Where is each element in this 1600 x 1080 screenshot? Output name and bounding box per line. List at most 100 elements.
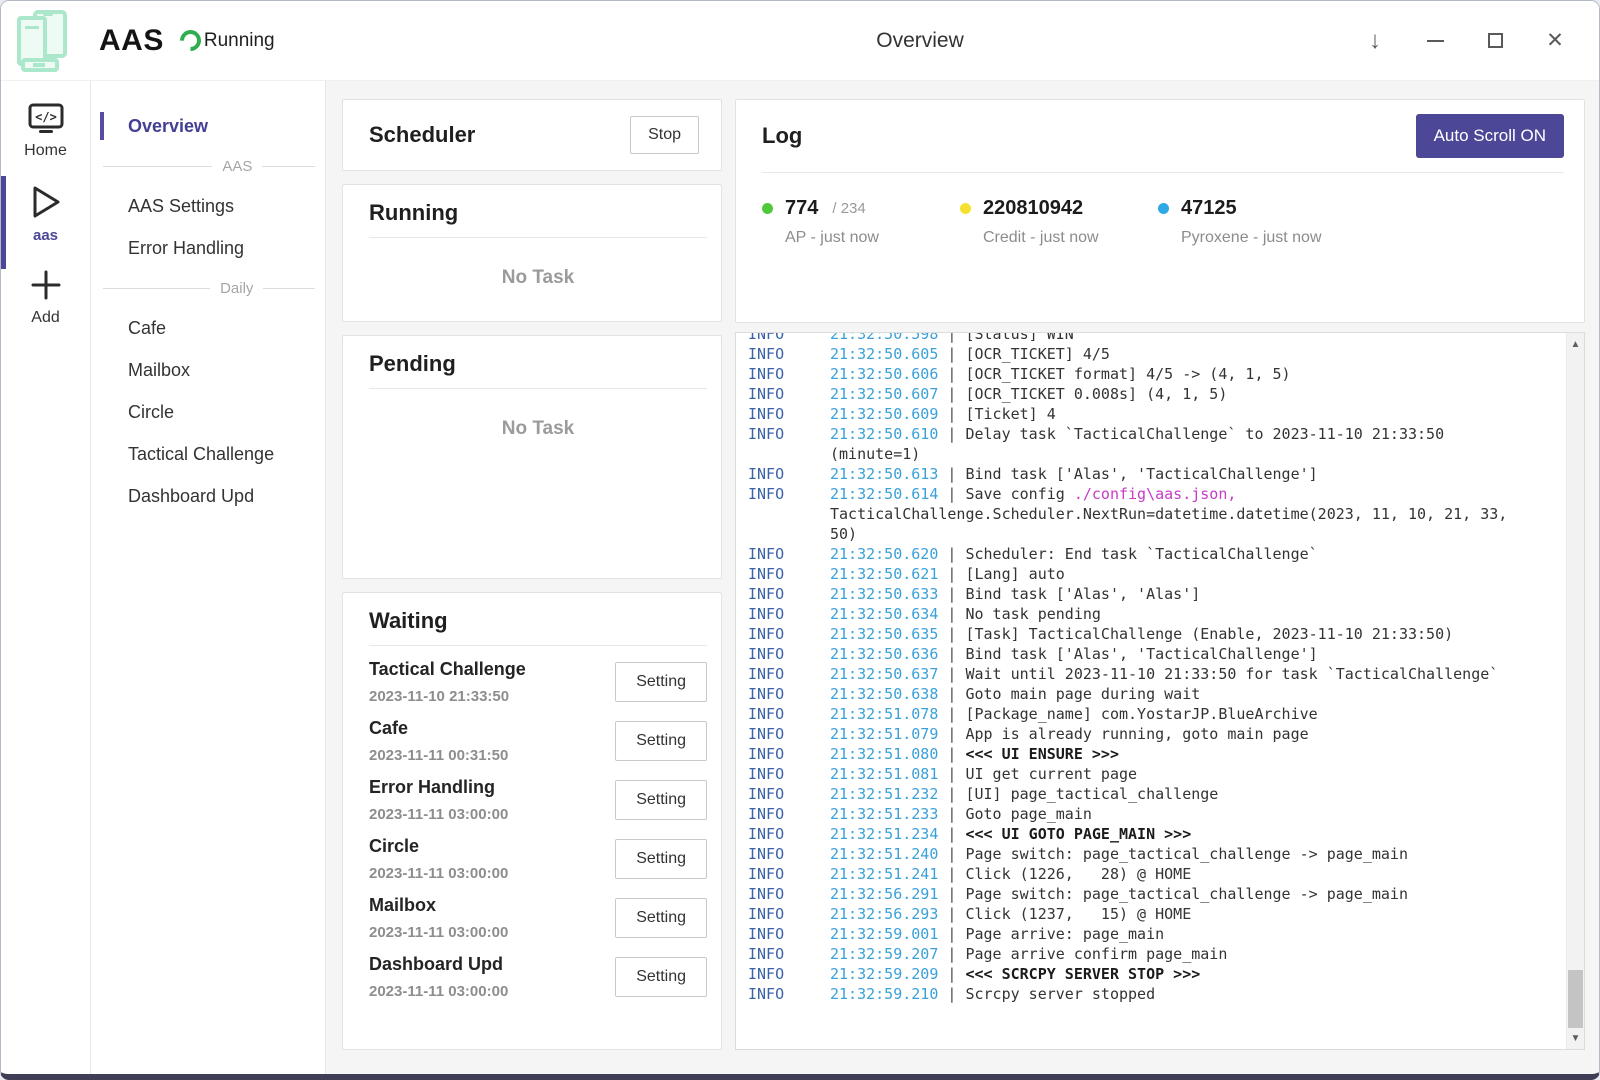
stat-top: 220810942 xyxy=(960,197,1158,220)
scrollbar-thumb[interactable] xyxy=(1568,970,1583,1028)
minimize-button[interactable] xyxy=(1423,29,1447,53)
waiting-task-name: Circle xyxy=(369,836,508,857)
play-icon xyxy=(29,184,63,220)
close-icon: ✕ xyxy=(1546,28,1564,53)
log-level: INFO xyxy=(748,424,830,464)
log-timestamp: 21:32:50.606 xyxy=(830,365,938,383)
log-line: INFO21:32:51.240 | Page switch: page_tac… xyxy=(748,844,1554,864)
sidebar-item-mailbox[interactable]: Mailbox xyxy=(91,349,325,391)
log-line: INFO21:32:50.614 | Save config ./config\… xyxy=(748,484,1554,544)
log-timestamp: 21:32:50.605 xyxy=(830,345,938,363)
log-text: Page switch: page_tactical_challenge -> … xyxy=(965,845,1408,863)
close-button[interactable]: ✕ xyxy=(1543,29,1567,53)
log-separator: | xyxy=(938,965,965,983)
waiting-task-info: Cafe2023-11-11 00:31:50 xyxy=(369,718,508,764)
log-timestamp: 21:32:56.291 xyxy=(830,885,938,903)
hide-to-tray-button[interactable]: ↓ xyxy=(1363,29,1387,53)
log-message: 21:32:50.607 | [OCR_TICKET 0.008s] (4, 1… xyxy=(830,384,1510,404)
scroll-down-arrow-icon[interactable]: ▼ xyxy=(1567,1029,1584,1047)
log-timestamp: 21:32:50.610 xyxy=(830,425,938,443)
stat-caption: Credit - just now xyxy=(960,229,1158,247)
log-message: 21:32:51.079 | App is already running, g… xyxy=(830,724,1510,744)
scheduler-stop-button[interactable]: Stop xyxy=(630,116,699,154)
pending-title: Pending xyxy=(369,351,707,389)
waiting-list: Tactical Challenge2023-11-10 21:33:50Set… xyxy=(369,646,707,1000)
log-line: INFO21:32:50.605 | [OCR_TICKET] 4/5 xyxy=(748,344,1554,364)
log-console[interactable]: INFO21:32:50.598 | [Status] WININFO21:32… xyxy=(735,332,1585,1050)
log-separator: | xyxy=(938,705,965,723)
log-level: INFO xyxy=(748,944,830,964)
sidebar-item-tactical-challenge[interactable]: Tactical Challenge xyxy=(91,433,325,475)
log-separator: | xyxy=(938,625,965,643)
sidebar-item-label: Mailbox xyxy=(128,360,190,380)
log-text: [Status] WIN xyxy=(965,332,1073,343)
log-separator: | xyxy=(938,345,965,363)
log-timestamp: 21:32:56.293 xyxy=(830,905,938,923)
rail-item-add[interactable]: Add xyxy=(29,268,63,327)
sidebar-item-aas-settings[interactable]: AAS Settings xyxy=(91,185,325,227)
log-line: INFO21:32:50.634 | No task pending xyxy=(748,604,1554,624)
sidebar-item-label: Overview xyxy=(128,116,208,136)
log-scrollbar[interactable]: ▲ ▼ xyxy=(1566,333,1584,1049)
waiting-task-info: Mailbox2023-11-11 03:00:00 xyxy=(369,895,508,941)
app-name: AAS xyxy=(99,24,164,58)
sidebar-item-cafe[interactable]: Cafe xyxy=(91,307,325,349)
log-text: Page arrive confirm page_main xyxy=(965,945,1227,963)
log-level: INFO xyxy=(748,624,830,644)
log-line: INFO21:32:51.078 | [Package_name] com.Yo… xyxy=(748,704,1554,724)
log-separator: | xyxy=(938,385,965,403)
log-timestamp: 21:32:51.079 xyxy=(830,725,938,743)
log-level: INFO xyxy=(748,584,830,604)
log-timestamp: 21:32:50.638 xyxy=(830,685,938,703)
sidebar-item-error-handling[interactable]: Error Handling xyxy=(91,227,325,269)
rail-item-aas[interactable]: aas xyxy=(29,184,63,244)
log-message: 21:32:50.635 | [Task] TacticalChallenge … xyxy=(830,624,1510,644)
log-level: INFO xyxy=(748,344,830,364)
sidebar-item-label: Cafe xyxy=(128,318,166,338)
sidebar-item-overview[interactable]: Overview xyxy=(91,105,325,147)
log-timestamp: 21:32:51.241 xyxy=(830,865,938,883)
auto-scroll-toggle-button[interactable]: Auto Scroll ON xyxy=(1416,114,1564,158)
log-separator: | xyxy=(938,565,965,583)
maximize-button[interactable] xyxy=(1483,29,1507,53)
task-setting-button[interactable]: Setting xyxy=(615,957,707,997)
task-setting-button[interactable]: Setting xyxy=(615,898,707,938)
task-setting-button[interactable]: Setting xyxy=(615,721,707,761)
log-message: 21:32:51.080 | <<< UI ENSURE >>> xyxy=(830,744,1510,764)
log-timestamp: 21:32:59.209 xyxy=(830,965,938,983)
log-line: INFO21:32:50.609 | [Ticket] 4 xyxy=(748,404,1554,424)
running-empty-label: No Task xyxy=(369,238,707,289)
log-line: INFO21:32:50.606 | [OCR_TICKET format] 4… xyxy=(748,364,1554,384)
waiting-task-next-run: 2023-11-10 21:33:50 xyxy=(369,688,526,705)
log-message: 21:32:50.634 | No task pending xyxy=(830,604,1510,624)
log-separator: | xyxy=(938,332,965,343)
scroll-up-arrow-icon[interactable]: ▲ xyxy=(1567,335,1584,353)
log-text: <<< SCRCPY SERVER STOP >>> xyxy=(965,965,1200,983)
log-line: INFO21:32:50.607 | [OCR_TICKET 0.008s] (… xyxy=(748,384,1554,404)
log-separator: | xyxy=(938,545,965,563)
stat-extra: / 234 xyxy=(832,200,865,217)
waiting-task-name: Mailbox xyxy=(369,895,508,916)
rail-item-home[interactable]: </> Home xyxy=(24,103,67,160)
log-text: Bind task ['Alas', 'TacticalChallenge'] xyxy=(965,465,1317,483)
log-separator: | xyxy=(938,985,965,1003)
log-line: INFO21:32:50.613 | Bind task ['Alas', 'T… xyxy=(748,464,1554,484)
waiting-task-next-run: 2023-11-11 03:00:00 xyxy=(369,865,508,882)
log-line: INFO21:32:50.610 | Delay task `TacticalC… xyxy=(748,424,1554,464)
sidebar-item-circle[interactable]: Circle xyxy=(91,391,325,433)
log-separator: | xyxy=(938,725,965,743)
task-setting-button[interactable]: Setting xyxy=(615,662,707,702)
log-lines: INFO21:32:50.598 | [Status] WININFO21:32… xyxy=(748,332,1554,1004)
task-setting-button[interactable]: Setting xyxy=(615,780,707,820)
rail-item-label: Add xyxy=(31,309,59,327)
log-timestamp: 21:32:50.609 xyxy=(830,405,938,423)
log-timestamp: 21:32:51.232 xyxy=(830,785,938,803)
app-logo-icon xyxy=(13,10,77,72)
task-setting-button[interactable]: Setting xyxy=(615,839,707,879)
log-timestamp: 21:32:50.598 xyxy=(830,332,938,343)
sidebar-item-dashboard-upd[interactable]: Dashboard Upd xyxy=(91,475,325,517)
stat-value: 220810942 xyxy=(983,197,1083,220)
log-message: 21:32:51.232 | [UI] page_tactical_challe… xyxy=(830,784,1510,804)
log-column: Log Auto Scroll ON 774/ 234AP - just now… xyxy=(735,99,1585,1050)
plus-icon xyxy=(29,268,63,302)
